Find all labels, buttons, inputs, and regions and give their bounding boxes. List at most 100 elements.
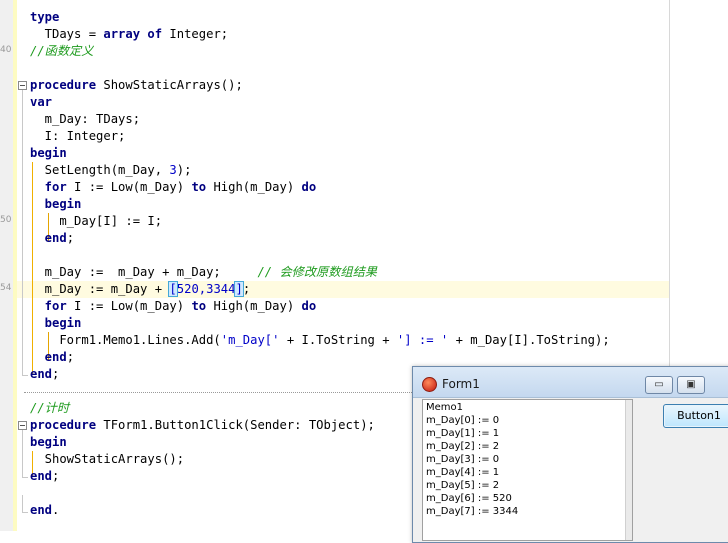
fold-line — [22, 495, 23, 512]
comment: //计时 — [30, 401, 70, 415]
keyword: procedure — [30, 418, 97, 432]
keyword: to — [191, 299, 207, 313]
code-text: SetLength(m_Day, — [30, 163, 170, 177]
code-text: I: Integer; — [30, 129, 126, 143]
code-line: m_Day := m_Day + [520,3344]; — [30, 281, 250, 298]
keyword: begin — [30, 197, 82, 211]
code-text: m_Day: TDays; — [30, 112, 141, 126]
code-line: begin — [30, 196, 82, 213]
code-line: m_Day[I] := I; — [30, 213, 162, 230]
code-line: procedure TForm1.Button1Click(Sender: TO… — [30, 417, 375, 434]
code-text: ; — [52, 367, 60, 381]
keyword: end — [30, 367, 53, 381]
code-text: Integer; — [162, 27, 229, 41]
code-text: ShowStaticArrays(); — [96, 78, 243, 92]
keyword: begin — [30, 435, 67, 449]
code-line: end; — [30, 366, 59, 383]
code-line: begin — [30, 315, 82, 332]
line-number-40: 40 — [0, 45, 12, 55]
code-line: begin — [30, 145, 67, 162]
code-line: procedure ShowStaticArrays(); — [30, 77, 243, 94]
code-line: //计时 — [30, 400, 69, 417]
code-line: m_Day := m_Day + m_Day; // 会修改原数组结果 — [30, 264, 377, 281]
keyword: do — [301, 299, 317, 313]
keyword: end — [30, 350, 67, 364]
fold-toggle-procedure-button1click[interactable] — [18, 421, 27, 430]
keyword: end — [30, 231, 67, 245]
code-line: end; — [30, 349, 74, 366]
code-line: end; — [30, 230, 74, 247]
form1-window[interactable]: Form1 ▭ ▣ Memo1 m_Day[0] := 0 m_Day[1] :… — [412, 366, 728, 543]
window-titlebar[interactable]: Form1 ▭ ▣ — [413, 367, 728, 398]
code-line: begin — [30, 434, 67, 451]
memo-line: m_Day[4] := 1 — [426, 467, 500, 478]
keyword: for — [30, 299, 67, 313]
code-line: end. — [30, 502, 59, 519]
code-text: ; — [52, 469, 60, 483]
fold-end — [22, 512, 28, 513]
code-line: for I := Low(m_Day) to High(m_Day) do — [30, 179, 317, 196]
code-text: High(m_Day) — [206, 180, 302, 194]
code-line: for I := Low(m_Day) to High(m_Day) do — [30, 298, 317, 315]
string-literal: 'm_Day[' — [220, 333, 280, 347]
code-text: m_Day := m_Day + m_Day; — [30, 265, 258, 279]
code-text: Form1.Memo1.Lines.Add( — [30, 333, 221, 347]
button1[interactable]: Button1 — [663, 404, 728, 428]
code-text: ; — [242, 282, 251, 296]
code-line: SetLength(m_Day, 3); — [30, 162, 192, 179]
code-text: m_Day[I] := I; — [30, 214, 163, 228]
code-line: I: Integer; — [30, 128, 126, 145]
procedure-separator — [24, 392, 434, 393]
code-text: + I.ToString + — [279, 333, 397, 347]
code-text: I := Low(m_Day) — [66, 299, 192, 313]
memo-line: m_Day[7] := 3344 — [426, 506, 519, 517]
line-number-54: 54 — [0, 283, 12, 293]
memo-line: m_Day[2] := 2 — [426, 441, 500, 452]
maximize-button[interactable]: ▣ — [677, 376, 705, 394]
number-literal: 520,3344 — [176, 282, 236, 296]
code-text: TDays = — [30, 27, 104, 41]
window-title: Form1 — [442, 377, 480, 391]
memo-scrollbar[interactable] — [625, 400, 632, 540]
code-text: ShowStaticArrays(); — [30, 452, 185, 466]
memo-line: m_Day[3] := 0 — [426, 454, 500, 465]
fold-end — [22, 375, 28, 376]
code-line: m_Day: TDays; — [30, 111, 140, 128]
memo-line: m_Day[5] := 2 — [426, 480, 500, 491]
keyword: var — [30, 95, 53, 109]
code-text: High(m_Day) — [206, 299, 302, 313]
comment: //函数定义 — [30, 44, 94, 58]
fold-line — [22, 90, 23, 375]
fold-end — [22, 477, 28, 478]
keyword: for — [30, 180, 67, 194]
memo1-textarea[interactable]: Memo1 m_Day[0] := 0 m_Day[1] := 1 m_Day[… — [422, 399, 633, 541]
memo-line: m_Day[6] := 520 — [426, 493, 512, 504]
code-line: //函数定义 — [30, 43, 93, 60]
code-text: TForm1.Button1Click(Sender: TObject); — [96, 418, 375, 432]
memo-line: m_Day[1] := 1 — [426, 428, 500, 439]
memo-line: Memo1 — [426, 402, 464, 413]
code-line: Form1.Memo1.Lines.Add('m_Day[' + I.ToStr… — [30, 332, 610, 349]
memo-line: m_Day[0] := 0 — [426, 415, 500, 426]
code-line: ShowStaticArrays(); — [30, 451, 184, 468]
keyword: type — [30, 10, 60, 24]
app-icon[interactable] — [422, 377, 437, 392]
keyword: to — [191, 180, 207, 194]
code-line: var — [30, 94, 52, 111]
matched-bracket-open: [ — [168, 281, 178, 297]
number-literal: 3 — [169, 163, 177, 177]
keyword: end — [30, 469, 53, 483]
keyword: array of — [103, 27, 163, 41]
code-text: ; — [66, 350, 75, 364]
code-line: TDays = array of Integer; — [30, 26, 228, 43]
code-text: ; — [66, 231, 75, 245]
keyword: begin — [30, 316, 82, 330]
code-text: + m_Day[I].ToString); — [448, 333, 610, 347]
minimize-button[interactable]: ▭ — [645, 376, 673, 394]
line-number-50: 50 — [0, 215, 12, 225]
fold-toggle-procedure-showstaticarrays[interactable] — [18, 81, 27, 90]
fold-line — [22, 430, 23, 477]
keyword: do — [301, 180, 317, 194]
code-text: m_Day := m_Day + — [30, 282, 170, 296]
matched-bracket-close: ] — [234, 281, 244, 297]
